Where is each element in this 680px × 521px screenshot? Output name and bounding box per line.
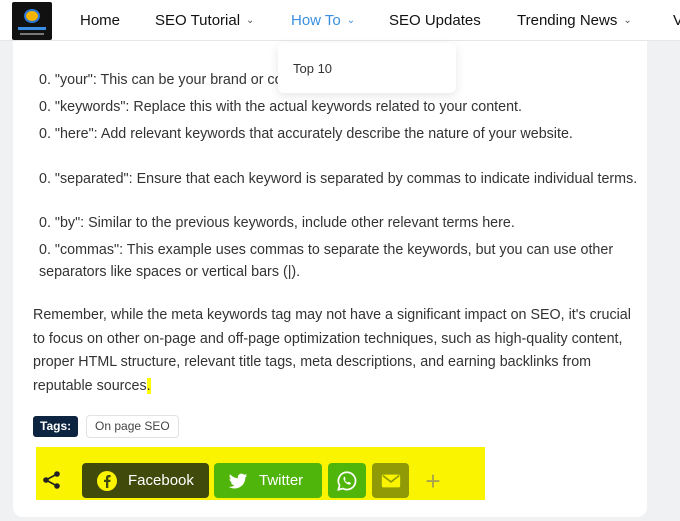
chevron-down-icon: ⌄: [346, 14, 356, 26]
facebook-icon: [97, 470, 117, 491]
list-item: 0. "keywords": Replace this with the act…: [39, 99, 522, 115]
more-share-plus-icon[interactable]: +: [420, 468, 446, 494]
list-item: 0. "here": Add relevant keywords that ac…: [39, 126, 573, 142]
whatsapp-share-button[interactable]: [328, 463, 366, 498]
twitter-share-button[interactable]: Twitter: [214, 463, 322, 498]
how-to-dropdown: Top 10: [278, 43, 456, 93]
closing-paragraph: Remember, while the meta keywords tag ma…: [33, 307, 631, 394]
dropdown-item-top-10[interactable]: Top 10: [293, 61, 332, 76]
email-share-button[interactable]: [372, 463, 409, 498]
facebook-share-button[interactable]: Facebook: [82, 463, 209, 498]
nav-item-home[interactable]: Home: [80, 10, 120, 30]
tags-label: Tags:: [33, 416, 79, 437]
nav-item-seo-tutorial[interactable]: SEO Tutorial ⌄: [155, 10, 254, 30]
site-logo[interactable]: [12, 2, 52, 40]
nav-item-seo-updates[interactable]: SEO Updates: [389, 10, 481, 30]
list-item: 0. "separated": Ensure that each keyword…: [39, 171, 638, 187]
mail-icon: [381, 474, 400, 487]
nav-item-overflow[interactable]: V: [673, 10, 680, 30]
list-item: 0. "by": Similar to the previous keyword…: [39, 215, 515, 231]
article-card: 0. "your": This can be your brand or com…: [13, 41, 647, 517]
nav-item-how-to[interactable]: How To ⌄: [291, 10, 355, 30]
logo-emblem: [24, 9, 40, 23]
list-item: 0. "commas": This example uses commas to…: [39, 242, 614, 280]
top-navigation: Home SEO Tutorial ⌄ How To ⌄ SEO Updates…: [0, 0, 680, 41]
chevron-down-icon: ⌄: [246, 14, 255, 26]
tag-on-page-seo[interactable]: On page SEO: [86, 415, 179, 438]
twitter-bird-icon: [228, 473, 248, 489]
nav-item-trending-news[interactable]: Trending News ⌄: [517, 10, 632, 30]
whatsapp-icon: [337, 470, 357, 491]
chevron-down-icon: ⌄: [623, 14, 632, 26]
share-icon[interactable]: [42, 470, 62, 490]
highlighted-period: .: [146, 377, 151, 394]
